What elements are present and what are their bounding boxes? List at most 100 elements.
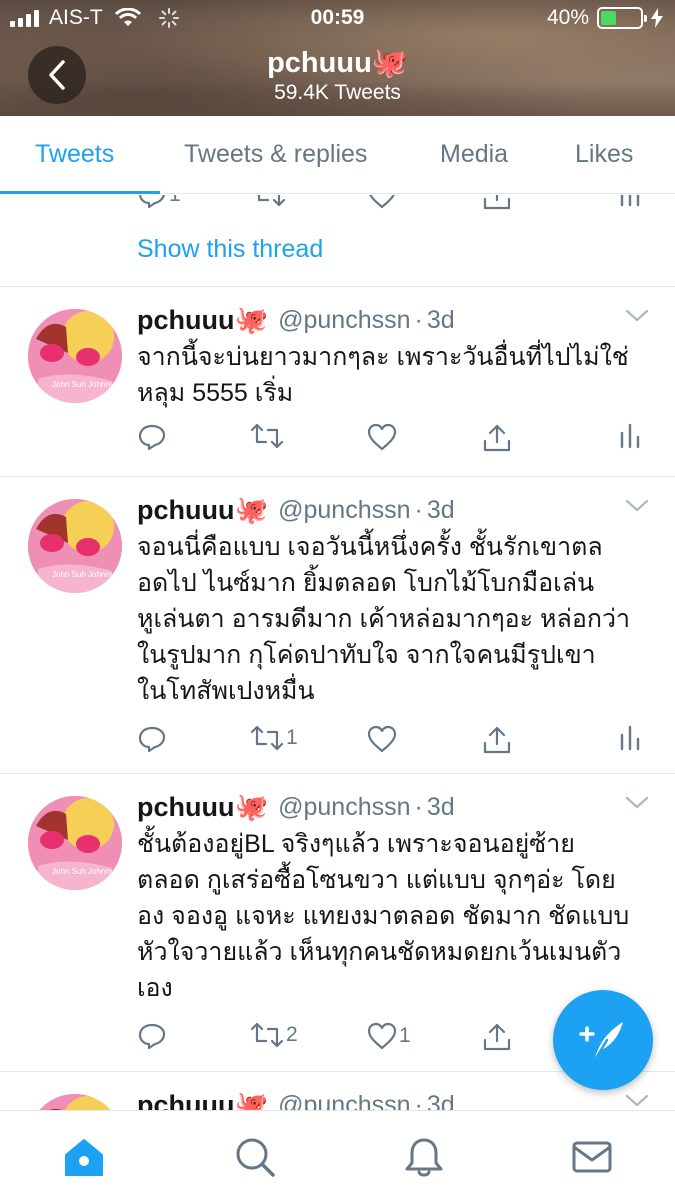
tweet-author-handle[interactable]: @punchssn <box>278 1091 410 1111</box>
chevron-down-icon[interactable] <box>625 1094 649 1108</box>
like-button[interactable]: 1 <box>367 1022 411 1050</box>
reply-icon <box>138 424 166 451</box>
tweet-timestamp[interactable]: 3d <box>427 496 455 525</box>
retweet-count: 2 <box>286 1023 298 1046</box>
nav-messages[interactable] <box>570 1135 614 1184</box>
messages-envelope-icon <box>572 1141 612 1173</box>
tweet-author-name[interactable]: pchuuu🐙 <box>137 1089 268 1110</box>
compose-tweet-button[interactable] <box>553 990 653 1090</box>
tweet-actions <box>0 423 675 459</box>
reply-button[interactable] <box>137 725 169 753</box>
heart-icon <box>367 423 397 451</box>
like-button[interactable] <box>367 195 397 209</box>
separator-dot: · <box>414 495 423 524</box>
share-icon <box>483 195 511 210</box>
notifications-bell-icon <box>405 1138 443 1177</box>
tweet-author-name[interactable]: pchuuu🐙 <box>137 304 268 336</box>
tweet-feed[interactable]: 1 Show this thread <box>0 195 675 1110</box>
tweet-timestamp[interactable]: 3d <box>427 1091 455 1111</box>
nav-notifications[interactable] <box>402 1135 446 1184</box>
analytics-button[interactable] <box>619 725 641 751</box>
tweet-actions: 1 <box>0 195 675 211</box>
separator-dot: · <box>414 305 423 334</box>
heart-icon <box>367 725 397 753</box>
share-button[interactable] <box>482 1022 512 1052</box>
retweet-button[interactable]: 2 <box>250 1022 298 1048</box>
tweet[interactable]: John Suh Johnny pchuuu🐙 @punchssn · 3d จ… <box>0 477 675 774</box>
tweet-author-name[interactable]: pchuuu🐙 <box>137 494 268 526</box>
chevron-down-icon[interactable] <box>625 309 649 323</box>
profile-name: pchuuu🐙 <box>267 47 408 79</box>
avatar-image: John Suh Johnny <box>28 309 122 403</box>
retweet-button[interactable] <box>252 195 286 207</box>
retweet-button[interactable] <box>250 423 286 449</box>
avatar[interactable]: John Suh Johnny <box>28 499 122 593</box>
like-button[interactable] <box>367 725 399 753</box>
reply-count: 1 <box>169 195 181 207</box>
tweet-author-name[interactable]: pchuuu🐙 <box>137 791 268 823</box>
analytics-button[interactable] <box>619 423 641 449</box>
nav-home[interactable] <box>62 1135 106 1184</box>
separator-dot: · <box>414 792 423 821</box>
status-bar: AIS-T 00:59 40% <box>0 0 675 38</box>
avatar[interactable]: John Suh Johnny <box>28 309 122 403</box>
retweet-icon <box>250 423 284 449</box>
status-right: 40% <box>547 6 663 30</box>
share-button[interactable] <box>482 195 512 211</box>
chevron-down-icon[interactable] <box>625 796 649 810</box>
reply-button[interactable]: 1 <box>137 195 181 209</box>
tab-tweets-and-replies[interactable]: Tweets & replies <box>184 140 367 169</box>
tweet-text: จอนนี่คือแบบ เจอวันนี้หนึ่งครั้ง ชั้นรัก… <box>137 533 631 705</box>
tweet-header: pchuuu🐙 @punchssn · 3d <box>137 493 455 527</box>
retweet-icon <box>250 1022 284 1048</box>
home-icon <box>65 1139 103 1176</box>
compose-tweet-icon <box>579 1022 623 1062</box>
avatar[interactable]: John Suh Johnny <box>28 796 122 890</box>
tweet-count: 59.4K Tweets <box>274 81 401 104</box>
avatar-image: John Suh Johnny <box>28 796 122 890</box>
nav-search[interactable] <box>233 1135 277 1184</box>
tweet-author-handle[interactable]: @punchssn <box>278 793 410 822</box>
share-button[interactable] <box>482 725 512 755</box>
profile-header: AIS-T 00:59 40% pchuuu🐙 59.4K Tweets <box>0 0 675 116</box>
thread-stub: 1 Show this thread <box>0 195 675 287</box>
tab-tweets[interactable]: Tweets <box>35 140 114 169</box>
reply-icon <box>138 726 166 753</box>
avatar-caption: John Suh Johnny <box>52 380 114 389</box>
tab-likes[interactable]: Likes <box>575 140 633 169</box>
retweet-icon <box>257 195 286 207</box>
tweet-author-handle[interactable]: @punchssn <box>278 496 410 525</box>
active-tab-indicator <box>0 191 160 194</box>
tweet-text: ชั้นต้องอยู่BL จริงๆแล้ว เพราะจอนอยู่ซ้า… <box>137 830 630 1002</box>
share-button[interactable] <box>482 423 512 453</box>
avatar-caption: John Suh Johnny <box>52 867 114 876</box>
like-button[interactable] <box>367 423 399 451</box>
reply-button[interactable] <box>137 1022 169 1050</box>
battery-percent: 40% <box>546 6 589 29</box>
heart-icon <box>367 1022 397 1050</box>
share-icon <box>483 726 511 754</box>
tweet-header: pchuuu🐙 @punchssn · 3d <box>137 303 455 337</box>
reply-button[interactable] <box>137 423 169 451</box>
tweet[interactable]: John Suh Johnny pchuuu🐙 @punchssn · 3d จ… <box>0 287 675 477</box>
tab-media[interactable]: Media <box>440 140 508 169</box>
retweet-button[interactable]: 1 <box>250 725 298 751</box>
analytics-icon <box>620 725 640 751</box>
charging-bolt-icon <box>651 8 663 28</box>
reply-icon <box>138 195 165 209</box>
avatar-caption: John Suh Johnny <box>52 570 114 579</box>
tweet-timestamp[interactable]: 3d <box>427 306 455 335</box>
chevron-down-icon[interactable] <box>625 499 649 513</box>
retweet-icon <box>250 725 284 751</box>
tweet-actions: 1 <box>0 725 675 761</box>
tweet-author-handle[interactable]: @punchssn <box>278 306 410 335</box>
avatar[interactable] <box>28 1094 122 1110</box>
avatar-image <box>28 1094 122 1110</box>
tweet-timestamp[interactable]: 3d <box>427 793 455 822</box>
show-this-thread-link[interactable]: Show this thread <box>137 235 323 264</box>
search-icon <box>236 1138 275 1177</box>
bottom-navigation <box>0 1110 675 1200</box>
reply-icon <box>138 1023 166 1050</box>
analytics-button[interactable] <box>619 195 641 207</box>
like-count: 1 <box>399 1024 411 1047</box>
